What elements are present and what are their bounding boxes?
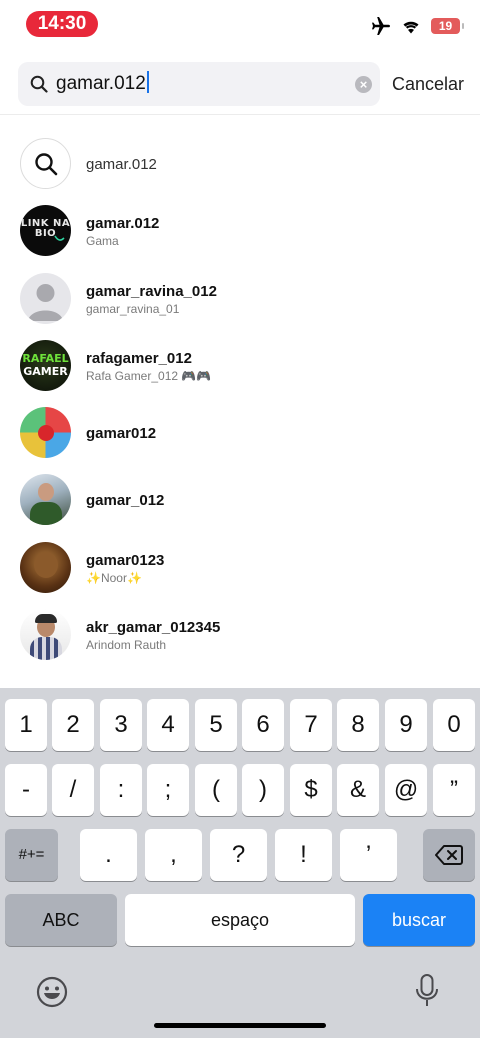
result-subtitle: Gama <box>86 234 119 249</box>
result-text: gamar_ravina_012 gamar_ravina_01 <box>86 266 217 333</box>
result-subtitle: Rafa Gamer_012 🎮🎮 <box>86 368 212 383</box>
key-dollar[interactable]: $ <box>290 764 332 816</box>
status-time: 14:30 <box>26 11 98 37</box>
result-name: gamar0123 <box>86 551 165 569</box>
battery-indicator: 19 <box>431 18 464 34</box>
key-at[interactable]: @ <box>385 764 427 816</box>
list-item[interactable]: gamar_ravina_012 gamar_ravina_01 <box>0 266 480 333</box>
avatar-hair <box>35 614 57 624</box>
avatar-text: RAFAEL GAMER <box>22 351 69 378</box>
result-text: gamar.012 Gama <box>86 198 159 265</box>
result-text: gamar012 <box>86 400 156 467</box>
backspace-key[interactable] <box>423 829 475 881</box>
avatar <box>20 407 71 459</box>
result-name: gamar.012 <box>86 215 160 233</box>
key-8[interactable]: 8 <box>337 699 379 751</box>
key-2[interactable]: 2 <box>52 699 94 751</box>
key-period[interactable]: . <box>80 829 137 881</box>
list-item[interactable]: akr_gamar_012345 Arindom Rauth <box>0 602 480 669</box>
key-comma[interactable]: , <box>145 829 202 881</box>
keyboard: 1 2 3 4 5 6 7 8 9 0 - / : ; ( ) $ & @ ” … <box>0 688 480 1038</box>
result-name: gamar_ravina_012 <box>86 282 217 300</box>
search-icon <box>30 75 48 93</box>
list-item[interactable]: gamar_012 <box>0 467 480 534</box>
clear-search-button[interactable]: × <box>355 76 372 93</box>
key-ampersand[interactable]: & <box>337 764 379 816</box>
result-text: gamar0123 ✨Noor✨ <box>86 535 164 602</box>
result-text: akr_gamar_012345 Arindom Rauth <box>86 602 220 669</box>
home-indicator[interactable] <box>154 1023 326 1028</box>
result-name: akr_gamar_012345 <box>86 619 221 637</box>
avatar: LINK NA BIO <box>20 205 71 257</box>
result-name: gamar_012 <box>86 492 165 510</box>
list-item[interactable]: gamar.012 <box>0 131 480 198</box>
avatar-face <box>34 551 58 578</box>
key-7[interactable]: 7 <box>290 699 332 751</box>
search-field[interactable]: gamar.012 × <box>18 62 380 106</box>
result-text: rafagamer_012 Rafa Gamer_012 🎮🎮 <box>86 333 211 400</box>
avatar <box>20 541 71 593</box>
result-subtitle: ✨Noor✨ <box>86 570 142 585</box>
key-5[interactable]: 5 <box>195 699 237 751</box>
avatar: RAFAEL GAMER <box>20 339 71 391</box>
key-3[interactable]: 3 <box>100 699 142 751</box>
key-slash[interactable]: / <box>52 764 94 816</box>
key-colon[interactable]: : <box>100 764 142 816</box>
status-icons: 19 <box>371 17 464 35</box>
cancel-button[interactable]: Cancelar <box>392 62 464 106</box>
symbols-toggle-key[interactable]: #+= <box>5 829 58 881</box>
key-open-paren[interactable]: ( <box>195 764 237 816</box>
key-1[interactable]: 1 <box>5 699 47 751</box>
search-icon <box>34 152 57 175</box>
avatar <box>20 272 71 324</box>
search-results-list: gamar.012 LINK NA BIO gamar.012 Gama gama… <box>0 131 480 669</box>
list-item[interactable]: gamar012 <box>0 400 480 467</box>
key-exclamation[interactable]: ! <box>275 829 332 881</box>
result-text: gamar.012 <box>86 131 157 198</box>
list-item[interactable]: gamar0123 ✨Noor✨ <box>0 535 480 602</box>
arrow-icon <box>54 235 65 242</box>
key-question[interactable]: ? <box>210 829 267 881</box>
key-semicolon[interactable]: ; <box>147 764 189 816</box>
abc-key[interactable]: ABC <box>5 894 117 946</box>
microphone-icon[interactable] <box>415 974 439 1008</box>
key-apostrophe[interactable]: ’ <box>340 829 397 881</box>
result-name: gamar.012 <box>86 156 157 173</box>
avatar <box>20 609 71 661</box>
text-caret <box>146 71 149 94</box>
list-item[interactable]: RAFAEL GAMER rafagamer_012 Rafa Gamer_012… <box>0 333 480 400</box>
emoji-icon[interactable] <box>36 976 68 1008</box>
space-key[interactable]: espaço <box>125 894 355 946</box>
header-divider <box>0 114 480 115</box>
result-subtitle: gamar_ravina_01 <box>86 301 180 316</box>
avatar-photo-detail <box>38 425 54 442</box>
avatar-body <box>30 637 62 661</box>
backspace-icon <box>435 845 463 865</box>
list-item[interactable]: LINK NA BIO gamar.012 Gama <box>0 198 480 265</box>
result-name: gamar012 <box>86 425 157 443</box>
status-bar: 14:30 19 <box>0 0 480 52</box>
result-name: rafagamer_012 <box>86 349 192 367</box>
avatar-body <box>30 502 62 526</box>
key-0[interactable]: 0 <box>433 699 475 751</box>
key-6[interactable]: 6 <box>242 699 284 751</box>
search-header: gamar.012 × Cancelar <box>0 62 480 108</box>
default-avatar-icon <box>28 283 63 321</box>
result-subtitle: Arindom Rauth <box>86 638 167 653</box>
airplane-icon <box>372 17 390 35</box>
key-9[interactable]: 9 <box>385 699 427 751</box>
wifi-icon <box>403 21 419 33</box>
search-input[interactable]: gamar.012 <box>56 62 149 106</box>
search-suggestion-avatar <box>20 138 71 189</box>
key-hyphen[interactable]: - <box>5 764 47 816</box>
search-key[interactable]: buscar <box>363 894 475 946</box>
key-close-paren[interactable]: ) <box>242 764 284 816</box>
avatar-face <box>38 483 54 502</box>
key-4[interactable]: 4 <box>147 699 189 751</box>
key-quote[interactable]: ” <box>433 764 475 816</box>
avatar <box>20 474 71 526</box>
result-text: gamar_012 <box>86 467 164 534</box>
search-query-text: gamar.012 <box>56 73 146 94</box>
